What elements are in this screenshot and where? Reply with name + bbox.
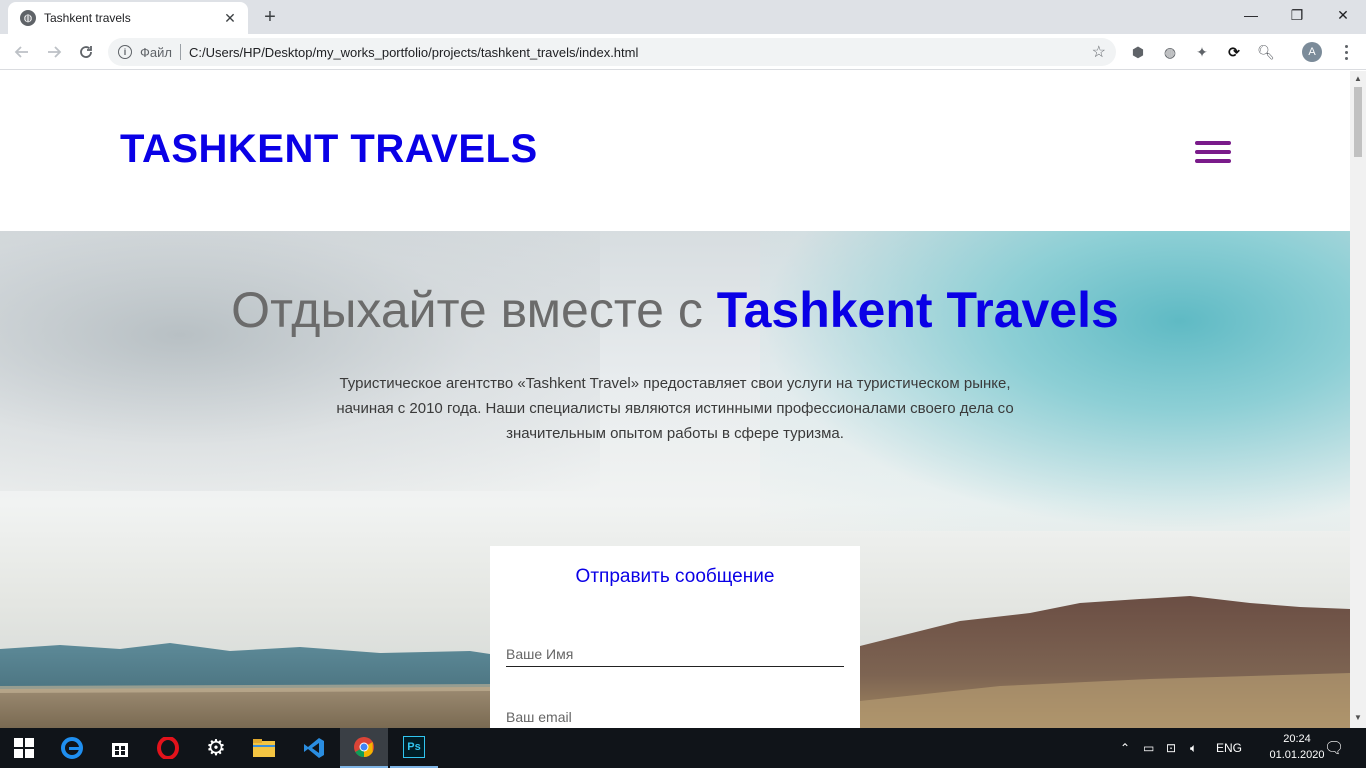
chrome-icon bbox=[354, 737, 374, 758]
bookmark-star-icon[interactable]: ☆ bbox=[1092, 42, 1106, 62]
photoshop-taskbar-button[interactable]: Ps bbox=[390, 728, 438, 768]
start-button[interactable] bbox=[0, 728, 48, 768]
clock-date: 01.01.2020 bbox=[1269, 749, 1325, 761]
settings-taskbar-button[interactable]: ⚙ bbox=[192, 728, 240, 768]
profile-avatar[interactable]: A bbox=[1302, 42, 1322, 62]
battery-icon[interactable]: ▭ bbox=[1143, 728, 1154, 768]
new-tab-button[interactable]: + bbox=[258, 5, 282, 29]
url-text[interactable]: C:/Users/HP/Desktop/my_works_portfolio/p… bbox=[189, 45, 1092, 60]
tray-chevron-icon[interactable]: ⌃ bbox=[1120, 728, 1130, 768]
explorer-taskbar-button[interactable] bbox=[240, 728, 288, 768]
volume-icon[interactable]: 🔈︎ bbox=[1190, 728, 1197, 768]
network-icon[interactable]: ⊡ bbox=[1166, 728, 1176, 768]
browser-tab[interactable]: ◍ Tashkent travels ✕ bbox=[8, 2, 248, 34]
hero-section: Отдыхайте вместе с Tashkent Travels Тури… bbox=[0, 231, 1350, 728]
edge-taskbar-button[interactable] bbox=[48, 728, 96, 768]
shield-extension-icon[interactable]: ⬢ bbox=[1128, 42, 1148, 62]
contact-form: Отправить сообщение bbox=[490, 546, 860, 728]
address-bar[interactable]: i Файл C:/Users/HP/Desktop/my_works_port… bbox=[108, 38, 1116, 66]
email-input[interactable] bbox=[506, 704, 844, 728]
reload-icon bbox=[80, 46, 92, 58]
tab-title: Tashkent travels bbox=[44, 11, 131, 25]
page-scrollbar[interactable]: ▲ ▼ bbox=[1350, 71, 1366, 728]
store-bag-icon bbox=[112, 743, 128, 757]
globe-extension-icon[interactable]: ◍ bbox=[1160, 42, 1180, 62]
hero-title: Отдыхайте вместе с Tashkent Travels bbox=[0, 281, 1350, 339]
hero-title-brand: Tashkent Travels bbox=[716, 282, 1119, 338]
folder-icon bbox=[253, 739, 275, 757]
address-separator bbox=[179, 44, 181, 60]
browser-tab-strip: ◍ Tashkent travels ✕ + — ❐ ✕ bbox=[0, 0, 1366, 34]
windows-taskbar: ⚙ Ps ⌃ ▭ ⊡ 🔈︎ ENG 20:24 01.01.2020 🗨︎ bbox=[0, 728, 1366, 768]
page-viewport: TASHKENT TRAVELS Отдыхайте вместе с Tash… bbox=[0, 71, 1350, 728]
protocol-label: Файл bbox=[140, 44, 172, 60]
edge-icon bbox=[61, 737, 83, 759]
scroll-down-icon[interactable]: ▼ bbox=[1354, 713, 1362, 722]
clock-time: 20:24 bbox=[1283, 733, 1311, 745]
browser-menu-icon[interactable] bbox=[1336, 42, 1356, 62]
hero-description: Туристическое агентство «Tashkent Travel… bbox=[336, 375, 1014, 442]
site-header: TASHKENT TRAVELS bbox=[0, 71, 1350, 231]
taskbar-clock[interactable]: 20:24 01.01.2020 bbox=[1268, 731, 1326, 763]
vscode-icon bbox=[304, 738, 324, 758]
hero-title-prefix: Отдыхайте вместе с bbox=[231, 282, 703, 338]
hamburger-menu-icon[interactable] bbox=[1195, 141, 1231, 163]
notification-center-icon[interactable]: 🗨︎ bbox=[1324, 728, 1344, 768]
browser-toolbar: i Файл C:/Users/HP/Desktop/my_works_port… bbox=[0, 34, 1366, 70]
tab-close-icon[interactable]: ✕ bbox=[222, 10, 238, 27]
store-taskbar-button[interactable] bbox=[96, 728, 144, 768]
photoshop-icon: Ps bbox=[403, 736, 425, 758]
arrow-left-icon bbox=[14, 46, 28, 58]
forward-button[interactable] bbox=[40, 38, 68, 66]
scrollbar-thumb[interactable] bbox=[1354, 87, 1362, 157]
opera-icon bbox=[157, 737, 179, 759]
windows-logo-icon bbox=[14, 738, 34, 758]
inspect-extension-icon[interactable]: 🔍︎ bbox=[1256, 42, 1276, 62]
language-indicator[interactable]: ENG bbox=[1216, 728, 1242, 768]
scroll-up-icon[interactable]: ▲ bbox=[1354, 74, 1362, 83]
back-button[interactable] bbox=[8, 38, 36, 66]
close-window-button[interactable]: ✕ bbox=[1320, 0, 1366, 30]
sync-extension-icon[interactable]: ⟳ bbox=[1224, 42, 1244, 62]
form-title: Отправить сообщение bbox=[575, 566, 775, 587]
globe-icon: ◍ bbox=[20, 10, 36, 26]
reload-button[interactable] bbox=[72, 38, 100, 66]
opera-taskbar-button[interactable] bbox=[144, 728, 192, 768]
gear-icon: ⚙ bbox=[206, 735, 226, 760]
vscode-taskbar-button[interactable] bbox=[290, 728, 338, 768]
restore-button[interactable]: ❐ bbox=[1274, 0, 1320, 30]
tool-extension-icon[interactable]: ✦ bbox=[1192, 42, 1212, 62]
name-input[interactable] bbox=[506, 641, 844, 667]
info-icon[interactable]: i bbox=[118, 45, 132, 59]
site-logo[interactable]: TASHKENT TRAVELS bbox=[120, 127, 538, 172]
minimize-button[interactable]: — bbox=[1228, 0, 1274, 30]
chrome-taskbar-button[interactable] bbox=[340, 728, 388, 768]
arrow-right-icon bbox=[48, 46, 62, 58]
